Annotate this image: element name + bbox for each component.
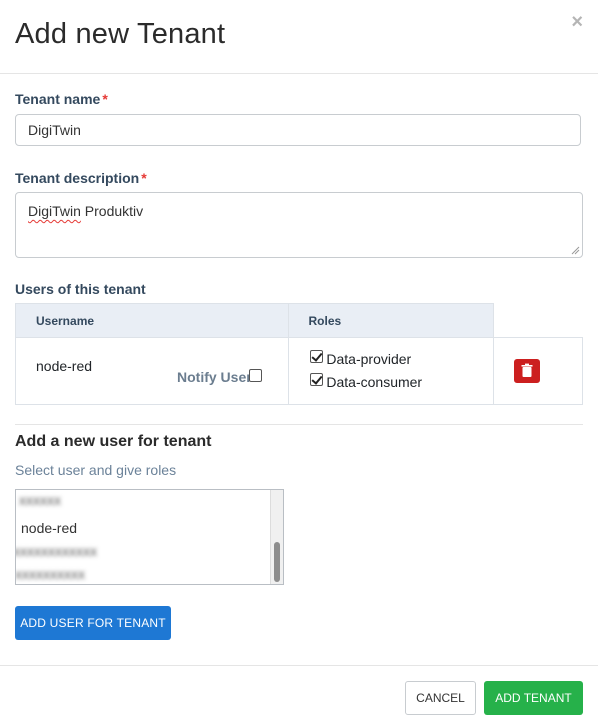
tenant-name-label: Tenant name * [15,91,108,107]
user-select-list[interactable]: xxxxxx node-red xxxxxxxxxxxx xxxxxxxxxx [15,489,284,585]
notify-user-checkbox[interactable] [249,369,262,382]
tenant-description-label: Tenant description * [15,170,147,186]
table-row: node-red Notify User Data-provider Data-… [15,337,583,405]
data-provider-checkbox[interactable] [309,349,323,363]
column-header-username: Username [15,303,289,338]
cancel-button[interactable]: CANCEL [405,681,476,715]
username-text: node-red [36,358,93,374]
description-word-misspelled: DigiTwin [28,203,81,219]
required-mark: * [141,170,147,186]
required-mark: * [102,91,108,107]
data-consumer-checkbox[interactable] [309,372,323,386]
scrollbar-thumb[interactable] [274,542,280,582]
users-section-label: Users of this tenant [15,281,146,297]
description-word: Produktiv [84,203,144,219]
user-option[interactable]: xxxxxxxxxx [16,566,85,582]
data-provider-label: Data-provider [326,351,412,367]
data-consumer-label: Data-consumer [326,374,423,390]
delete-user-button[interactable] [514,359,541,383]
user-option-node-red[interactable]: node-red [21,520,77,536]
add-user-hint: Select user and give roles [15,462,177,478]
list-scrollbar[interactable] [270,490,283,584]
roles-cell: Data-provider Data-consumer [287,337,495,405]
notify-user-label: Notify User [177,369,252,385]
resize-handle-icon[interactable] [571,246,580,255]
add-user-section-title: Add a new user for tenant [15,433,212,450]
dialog-header: Add new Tenant × [0,0,598,74]
dialog-title: Add new Tenant [15,18,226,50]
close-icon[interactable]: × [571,12,583,32]
role-data-provider: Data-provider [309,349,412,367]
role-data-consumer: Data-consumer [309,372,423,390]
user-option[interactable]: xxxxxxxxxxxx [16,543,97,559]
column-header-roles: Roles [287,303,495,338]
column-header-actions [493,303,583,338]
add-tenant-button[interactable]: ADD TENANT [484,681,583,715]
tenant-description-label-text: Tenant description [15,170,140,186]
user-option[interactable]: xxxxxx [19,492,61,508]
add-user-for-tenant-button[interactable]: ADD USER FOR TENANT [15,606,171,640]
tenant-name-label-text: Tenant name [15,91,101,107]
actions-cell [493,337,583,405]
section-divider [15,424,583,425]
tenant-description-textarea[interactable]: DigiTwin Produktiv [15,192,583,258]
username-cell: node-red Notify User [15,337,289,405]
tenant-name-input[interactable]: DigiTwin [15,114,581,146]
trash-icon [521,363,533,377]
users-table: Username Roles node-red Notify User Data… [15,303,583,405]
